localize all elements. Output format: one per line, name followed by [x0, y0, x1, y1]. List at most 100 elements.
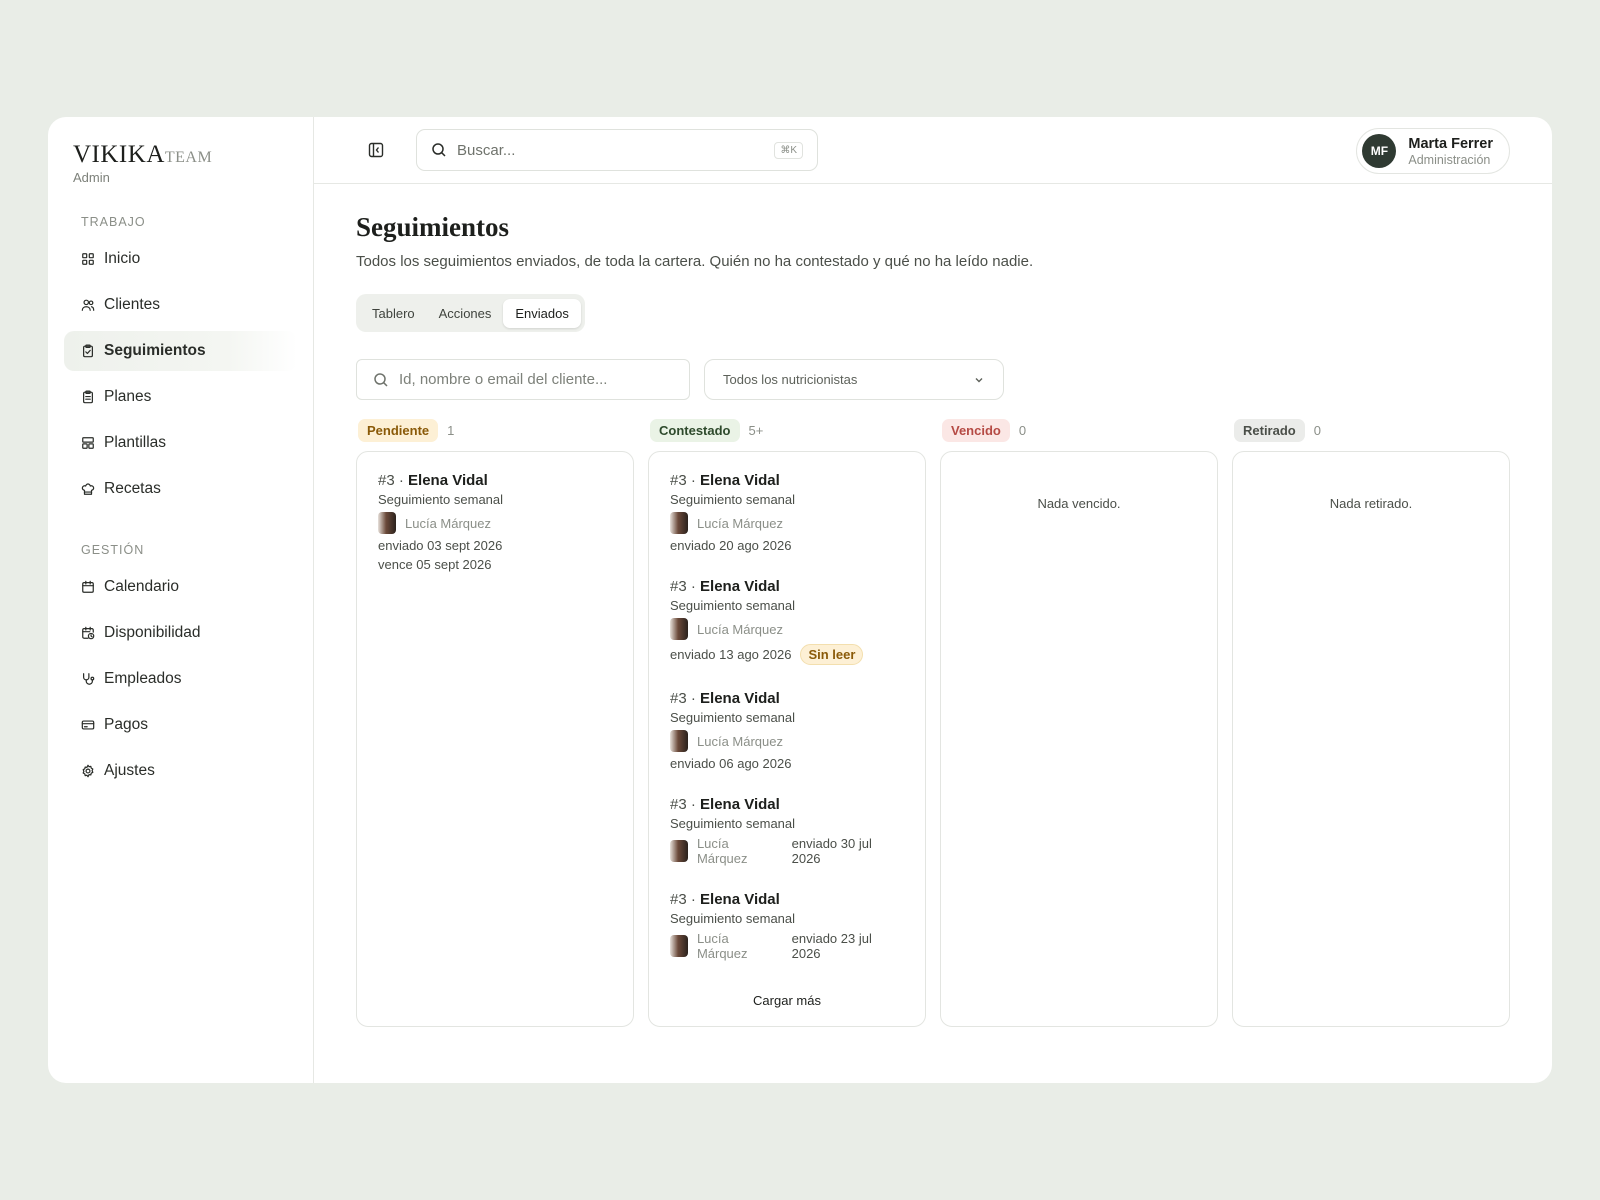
sidebar-item-disponibilidad[interactable]: Disponibilidad — [64, 613, 297, 653]
followup-card[interactable]: #3 · Elena Vidal Seguimiento semanal Lucía… — [670, 690, 904, 771]
sent-date: enviado 03 sept 2026 — [378, 538, 503, 553]
empty-state: Nada vencido. — [1037, 496, 1121, 511]
user-name: Marta Ferrer — [1408, 135, 1493, 152]
card-meta-row: Lucía Márquez — [670, 512, 904, 534]
status-badge: Pendiente — [358, 418, 439, 442]
followup-type: Seguimiento semanal — [670, 492, 796, 507]
global-search-input[interactable] — [457, 141, 775, 159]
sidebar-item-calendario[interactable]: Calendario — [64, 567, 297, 607]
nav-section: GESTIÓN Calendario Disponibilidad Empleados… — [64, 543, 297, 791]
card-meta-row: Lucía Márquez — [378, 512, 612, 534]
status-badge: Vencido — [942, 418, 1010, 442]
column-count: 1 — [447, 422, 455, 438]
date-line: vence 05 sept 2026 — [378, 557, 612, 572]
column-header: Contestado 5+ — [648, 418, 926, 442]
sidebar-item-label: Planes — [104, 388, 152, 405]
client-id: #3 — [670, 690, 687, 707]
column-body: #3 · Elena Vidal Seguimiento semanal Lucía… — [356, 451, 634, 1027]
grid-icon — [82, 253, 94, 265]
client-name: Elena Vidal — [700, 578, 780, 595]
panel-collapse-icon — [368, 142, 384, 158]
clipboard-check-icon — [83, 344, 93, 358]
client-id: #3 — [670, 578, 687, 595]
followup-card[interactable]: #3 · Elena Vidal Seguimiento semanal Lucía… — [378, 472, 612, 572]
client-search-input[interactable] — [399, 371, 673, 388]
page-title: Seguimientos — [356, 212, 510, 242]
card-meta-row: Lucía Márquez — [670, 730, 904, 752]
sidebar-item-recetas[interactable]: Recetas — [64, 469, 297, 509]
nutritionist-avatar — [670, 512, 688, 534]
clipboard-icon — [83, 390, 93, 404]
stethoscope-icon — [83, 673, 95, 685]
sidebar-item-label: Clientes — [104, 296, 160, 313]
user-menu[interactable]: MF Marta Ferrer Administración — [1356, 128, 1510, 174]
nutritionist: Lucía Márquez — [378, 512, 491, 534]
sidebar-item-label: Recetas — [104, 480, 161, 497]
brand-logo[interactable]: VIKIKATEAM Admin — [64, 141, 297, 185]
followup-type: Seguimiento semanal — [670, 710, 796, 725]
view-tabs: Tablero Acciones Enviados — [356, 294, 585, 332]
client-name: Elena Vidal — [700, 891, 780, 908]
app-window: VIKIKATEAM Admin TRABAJO Inicio Clientes Se… — [48, 117, 1552, 1083]
calendar-clock-icon — [82, 626, 95, 640]
sidebar-item-ajustes[interactable]: Ajustes — [64, 751, 297, 791]
sidebar-item-label: Pagos — [104, 716, 148, 733]
column-body: #3 · Elena Vidal Seguimiento semanal Lucía… — [648, 451, 926, 1027]
column-body: Nada vencido. — [940, 451, 1218, 1027]
calendar-icon — [82, 580, 94, 593]
column-pendiente: Pendiente 1 #3 · Elena Vidal Seguimiento se… — [356, 418, 634, 1027]
date-line: enviado 03 sept 2026 — [378, 538, 612, 553]
followup-card[interactable]: #3 · Elena Vidal Seguimiento semanal Lucía… — [670, 891, 904, 961]
nutritionist-select-value: Todos los nutricionistas — [723, 372, 858, 387]
sidebar-item-plantillas[interactable]: Plantillas — [64, 423, 297, 463]
column-body: Nada retirado. — [1232, 451, 1510, 1027]
sidebar-item-planes[interactable]: Planes — [64, 377, 297, 417]
status-badge: Contestado — [650, 418, 740, 442]
title-separator: · — [686, 578, 701, 595]
global-search[interactable]: ⌘K — [416, 129, 818, 171]
card-title: #3 · Elena Vidal — [670, 891, 904, 908]
followup-card[interactable]: #3 · Elena Vidal Seguimiento semanal Lucía… — [670, 578, 904, 665]
followup-card[interactable]: #3 · Elena Vidal Seguimiento semanal Lucía… — [670, 796, 904, 866]
due-date: vence 05 sept 2026 — [378, 557, 492, 572]
nutritionist: Lucía Márquez — [670, 618, 783, 640]
status-badge: Retirado — [1234, 418, 1305, 442]
brand-suffix: TEAM — [164, 149, 213, 166]
sidebar-item-label: Calendario — [104, 578, 179, 595]
sidebar-item-pagos[interactable]: Pagos — [64, 705, 297, 745]
page-description: Todos los seguimientos enviados, de toda… — [356, 253, 1034, 270]
sidebar-nav: TRABAJO Inicio Clientes Seguimientos Planes P… — [64, 215, 297, 791]
client-name: Elena Vidal — [408, 472, 488, 489]
column-header: Retirado 0 — [1232, 418, 1510, 442]
nutritionist-select[interactable]: Todos los nutricionistas — [704, 359, 1004, 400]
sidebar-item-label: Plantillas — [104, 434, 167, 451]
sidebar-item-clientes[interactable]: Clientes — [64, 285, 297, 325]
tab-tablero[interactable]: Tablero — [360, 299, 427, 328]
brand-subtitle: Admin — [73, 170, 110, 185]
brand-name: VIKIKA — [73, 141, 165, 168]
sidebar-item-empleados[interactable]: Empleados — [64, 659, 297, 699]
tab-enviados[interactable]: Enviados — [503, 298, 581, 328]
sidebar-toggle-button[interactable] — [364, 138, 388, 162]
followup-card[interactable]: #3 · Elena Vidal Seguimiento semanal Lucía… — [670, 472, 904, 553]
title-separator: · — [394, 472, 409, 489]
column-retirado: Retirado 0 Nada retirado. — [1232, 418, 1510, 1027]
load-more-button[interactable]: Cargar más — [649, 993, 925, 1008]
sidebar-item-inicio[interactable]: Inicio — [64, 239, 297, 279]
sidebar-item-label: Ajustes — [104, 762, 155, 779]
search-icon — [432, 143, 446, 157]
sent-date: enviado 13 ago 2026 — [670, 647, 792, 662]
chevron-down-icon — [975, 377, 983, 382]
page-content: Seguimientos Todos los seguimientos envi… — [314, 184, 1552, 1027]
card-title: #3 · Elena Vidal — [670, 690, 904, 707]
card-meta-row: Lucía Márquez — [670, 618, 904, 640]
nutritionist-avatar — [378, 512, 396, 534]
sidebar-item-seguimientos[interactable]: Seguimientos — [64, 331, 297, 371]
nutritionist-name: Lucía Márquez — [405, 515, 491, 531]
tab-acciones[interactable]: Acciones — [427, 299, 504, 328]
column-header: Pendiente 1 — [356, 418, 634, 442]
nutritionist-name: Lucía Márquez — [697, 621, 783, 637]
client-search[interactable] — [356, 359, 690, 400]
nutritionist: Lucía Márquez — [670, 730, 783, 752]
topbar: ⌘K MF Marta Ferrer Administración — [314, 117, 1552, 184]
